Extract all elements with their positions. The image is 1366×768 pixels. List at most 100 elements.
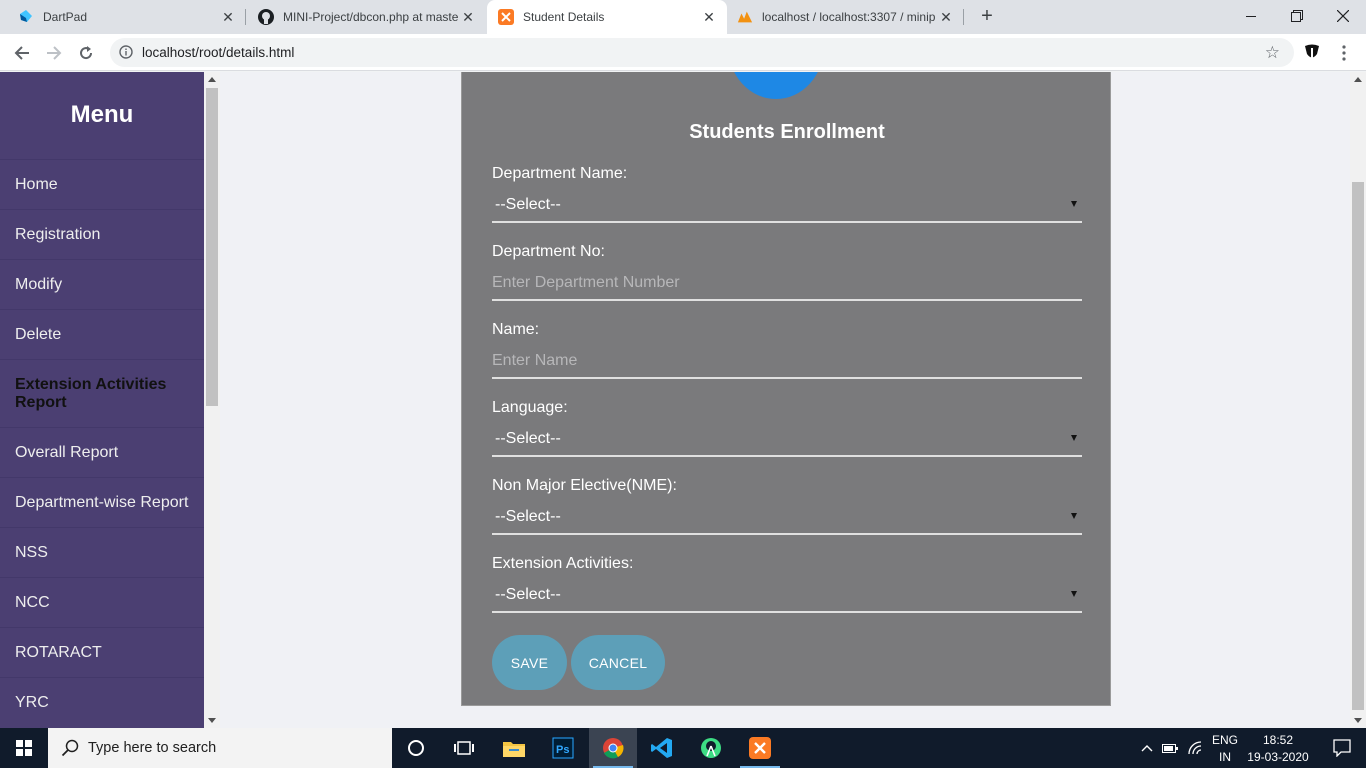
sidebar-item-rotaract[interactable]: ROTARACT [0,627,204,677]
photoshop-icon[interactable]: Ps [539,728,587,768]
windows-icon [16,740,32,756]
nme-select[interactable]: --Select-- [492,501,1082,535]
browser-tabstrip: DartPad ✕ MINI-Project/dbcon.php at mast… [0,0,1366,34]
extension-activities-select[interactable]: --Select-- [492,579,1082,613]
sidebar-item-ncc[interactable]: NCC [0,577,204,627]
android-studio-icon[interactable] [687,728,735,768]
task-view-icon[interactable] [440,728,488,768]
sidebar-item-yrc[interactable]: YRC [0,677,204,727]
scroll-up-icon[interactable] [1354,77,1362,82]
page-scrollbar[interactable] [1350,72,1366,728]
sidebar: Menu Home Registration Modify Delete Ext… [0,72,204,728]
wifi-icon[interactable] [1185,728,1207,768]
scroll-down-icon[interactable] [1354,718,1362,723]
xampp-icon[interactable] [736,728,784,768]
sidebar-scrollbar[interactable] [204,72,220,728]
cancel-button[interactable]: CANCEL [571,635,665,690]
time-text: 18:52 [1262,733,1294,747]
department-no-label: Department No: [492,243,605,260]
department-name-label: Department Name: [492,165,628,182]
name-input[interactable]: Enter Name [492,345,1082,379]
select-value: --Select-- [495,508,561,525]
taskbar: Type here to search Ps ENG IN 18:52 19-0… [0,728,1366,768]
reload-icon[interactable] [74,41,98,65]
sidebar-item-department-wise-report[interactable]: Department-wise Report [0,477,204,527]
bookmark-star-icon[interactable]: ☆ [1265,43,1280,63]
close-icon[interactable]: ✕ [938,9,954,25]
url-text: localhost/root/details.html [142,45,295,60]
close-icon[interactable]: ✕ [701,9,717,25]
browser-tab-dartpad[interactable]: DartPad ✕ [0,0,246,34]
restore-button[interactable] [1274,0,1320,32]
tab-title: localhost / localhost:3307 / minip [762,10,936,24]
dartpad-icon [18,9,34,25]
more-menu-icon[interactable] [1333,42,1355,64]
date-text: 19-03-2020 [1247,750,1309,764]
region-text: IN [1219,750,1231,764]
scroll-down-icon[interactable] [208,718,216,723]
sidebar-item-modify[interactable]: Modify [0,259,204,309]
start-button[interactable] [0,728,48,768]
select-value: --Select-- [495,196,561,213]
page-viewport: Menu Home Registration Modify Delete Ext… [0,72,1366,728]
tab-title: MINI-Project/dbcon.php at maste [283,10,459,24]
scroll-up-icon[interactable] [208,77,216,82]
language-indicator[interactable]: ENG IN [1210,733,1240,764]
nme-label: Non Major Elective(NME): [492,477,677,494]
close-icon[interactable]: ✕ [220,9,236,25]
extension-activities-label: Extension Activities: [492,555,634,572]
dropdown-arrow-icon [1071,201,1077,207]
search-icon [61,739,79,762]
scrollbar-thumb[interactable] [206,88,218,406]
name-label: Name: [492,321,540,338]
sidebar-item-home[interactable]: Home [0,159,204,209]
svg-text:Ps: Ps [556,744,569,756]
sidebar-item-extension-activities-report[interactable]: Extension Activities Report [0,359,204,427]
extension-icon[interactable] [1301,42,1323,64]
sidebar-item-overall-report[interactable]: Overall Report [0,427,204,477]
language-text: ENG [1211,733,1238,747]
sidebar-item-registration[interactable]: Registration [0,209,204,259]
form-title: Students Enrollment [689,121,885,143]
language-label: Language: [492,399,568,416]
vscode-icon[interactable] [638,728,686,768]
address-bar[interactable]: localhost/root/details.html ☆ [110,38,1294,67]
clock[interactable]: 18:52 19-03-2020 [1246,733,1310,764]
cortana-icon[interactable] [392,728,440,768]
back-icon[interactable] [10,41,34,65]
sidebar-item-nss[interactable]: NSS [0,527,204,577]
github-icon [258,9,274,25]
scrollbar-thumb[interactable] [1352,182,1364,710]
phpmyadmin-icon [737,9,753,25]
select-value: --Select-- [495,586,561,603]
input-placeholder: Enter Department Number [492,274,680,291]
notification-icon[interactable] [1318,728,1366,768]
new-tab-button[interactable]: + [976,5,998,27]
department-no-input[interactable]: Enter Department Number [492,267,1082,301]
tab-title: DartPad [43,10,88,24]
browser-tab-phpmyadmin[interactable]: localhost / localhost:3307 / minip ✕ [728,0,964,34]
dropdown-arrow-icon [1071,435,1077,441]
input-placeholder: Enter Name [492,352,578,369]
browser-toolbar: localhost/root/details.html ☆ [0,34,1366,71]
sidebar-item-delete[interactable]: Delete [0,309,204,359]
tab-title: Student Details [523,10,605,24]
forward-icon[interactable] [42,41,66,65]
save-button[interactable]: SAVE [492,635,567,690]
chrome-icon[interactable] [589,728,637,768]
battery-icon[interactable] [1160,728,1182,768]
close-icon[interactable]: ✕ [460,9,476,25]
department-name-select[interactable]: --Select-- [492,189,1082,223]
select-value: --Select-- [495,430,561,447]
language-select[interactable]: --Select-- [492,423,1082,457]
file-explorer-icon[interactable] [490,728,538,768]
browser-tab-github[interactable]: MINI-Project/dbcon.php at maste ✕ [246,0,486,34]
search-placeholder: Type here to search [88,740,217,756]
taskbar-search[interactable]: Type here to search [48,728,392,768]
browser-tab-student-details[interactable]: Student Details ✕ [487,0,727,34]
close-window-button[interactable] [1320,0,1366,32]
minimize-button[interactable] [1228,0,1274,32]
info-icon[interactable] [119,45,133,59]
avatar [728,72,824,99]
chevron-up-icon[interactable] [1138,728,1156,768]
